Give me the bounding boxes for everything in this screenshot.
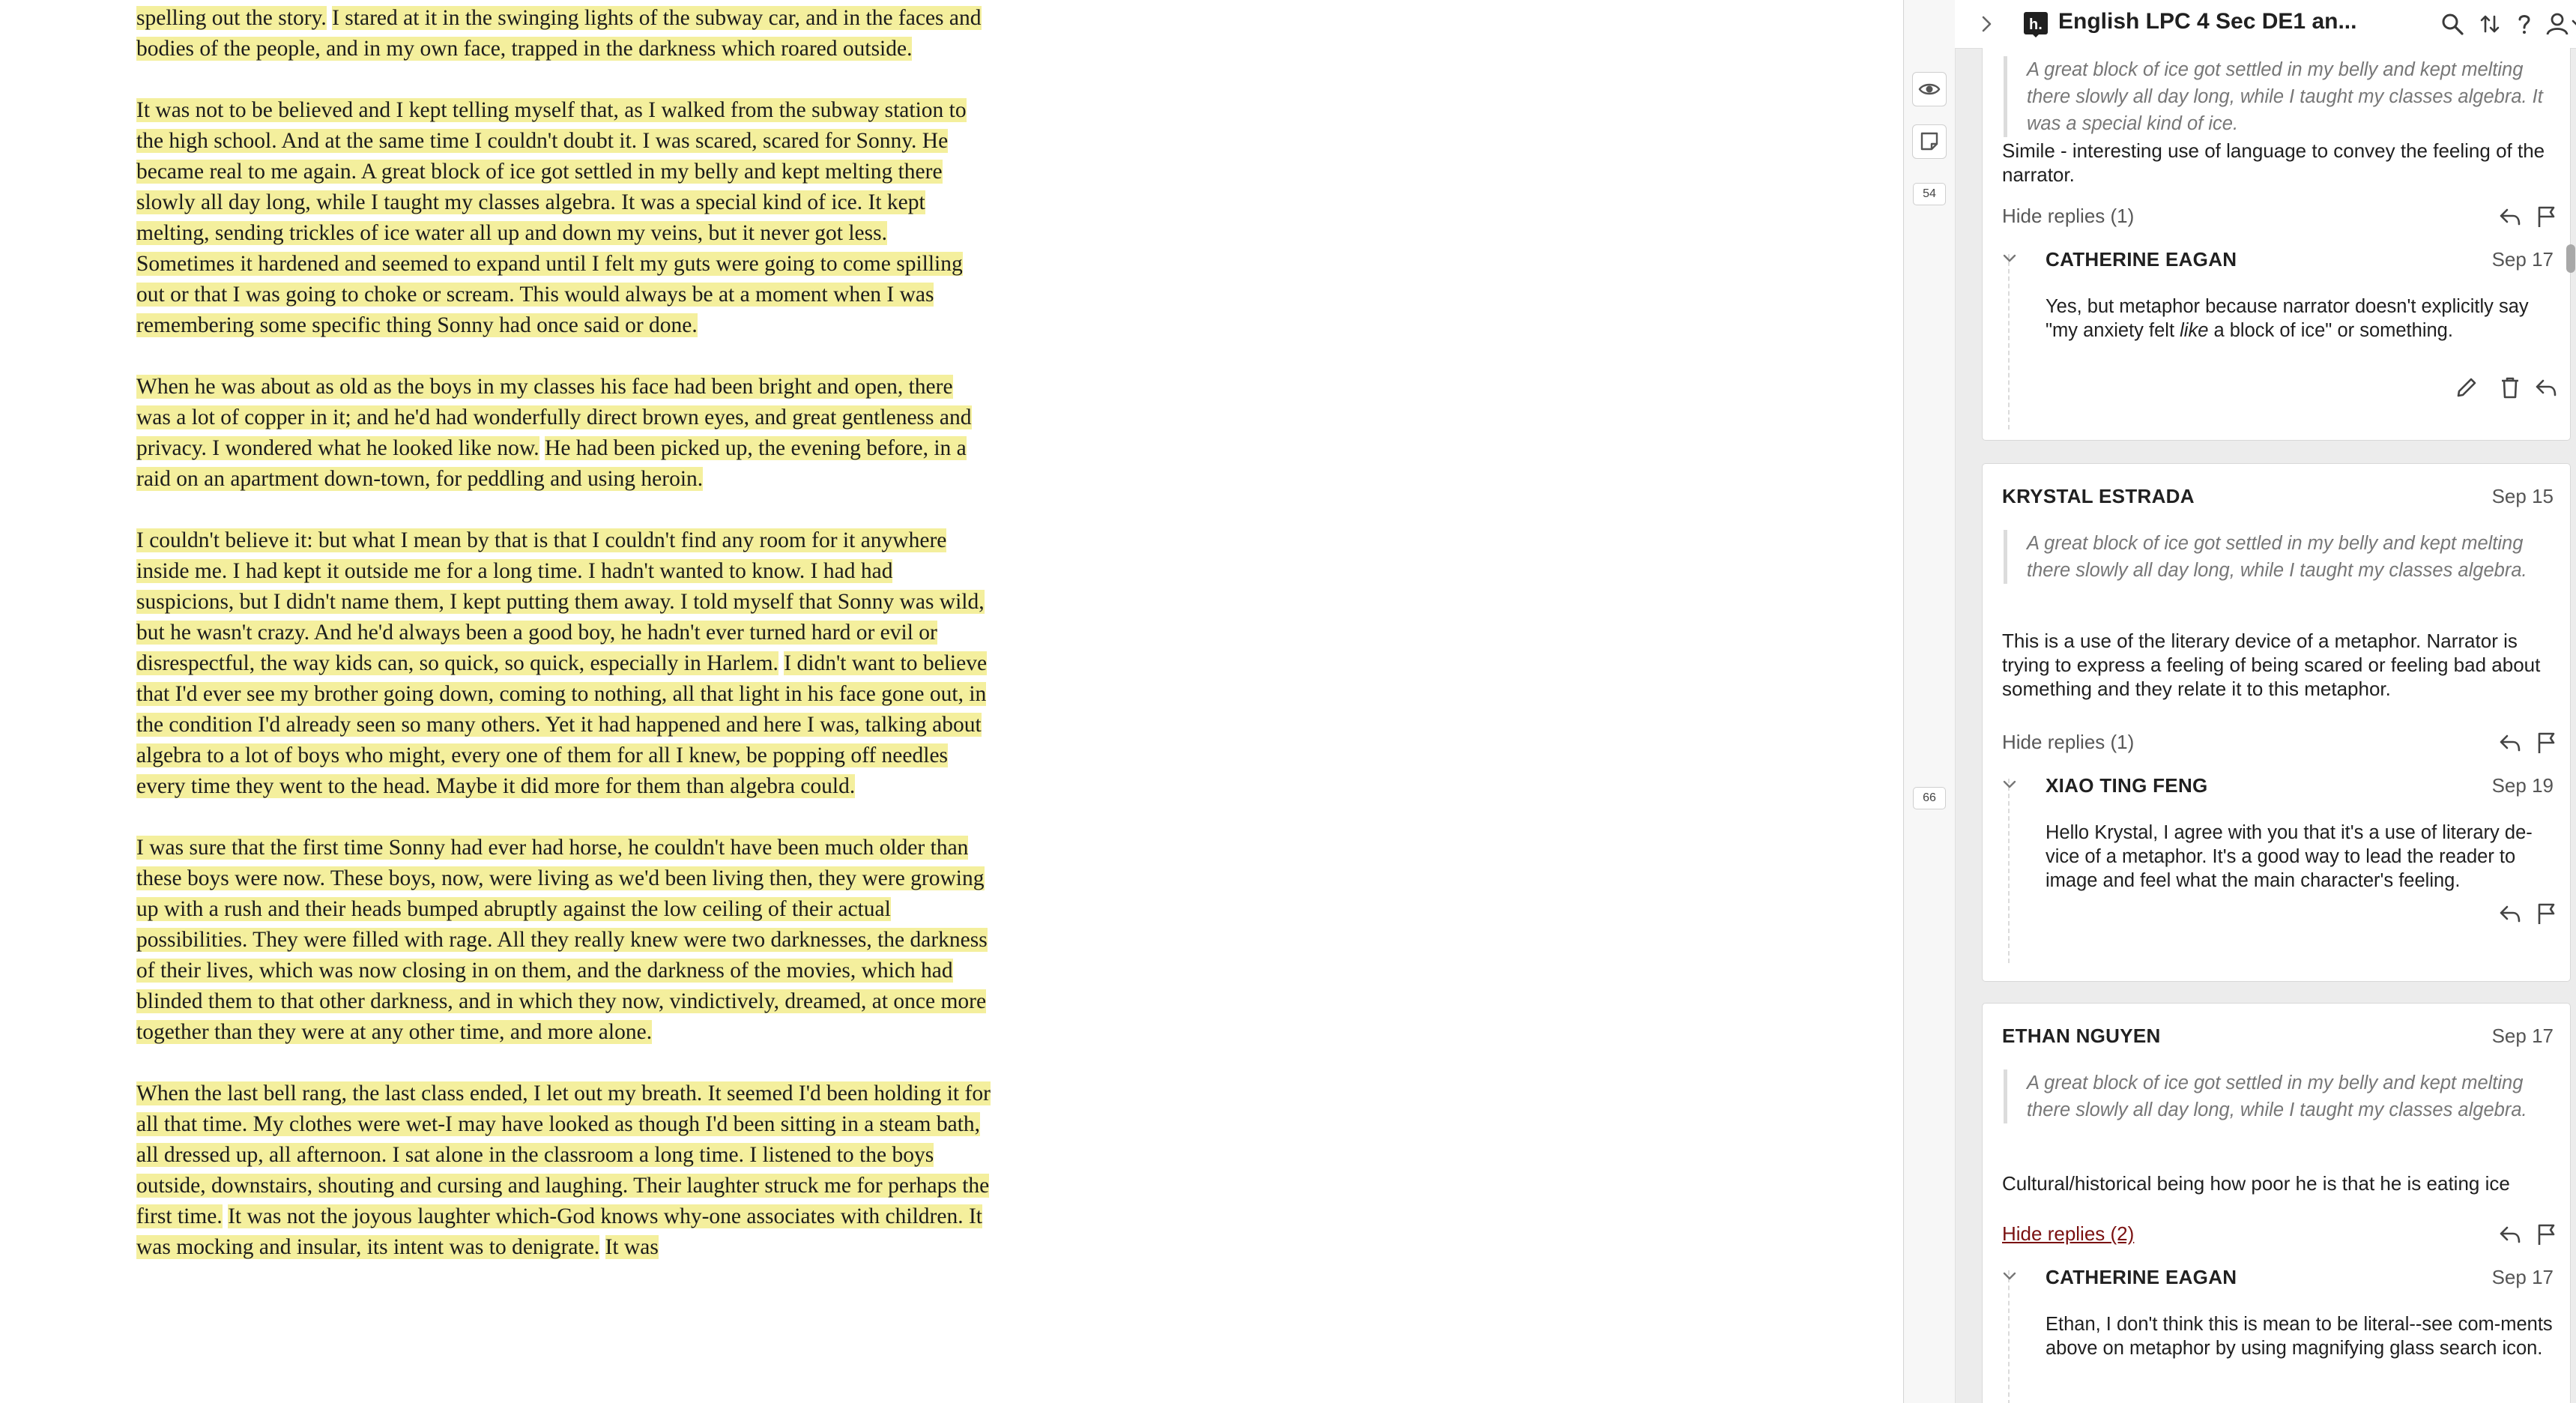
group-selector[interactable]: English LPC 4 Sec DE1 an...: [2058, 9, 2356, 34]
reply-body: Hello Krystal, I agree with you that it'…: [2046, 822, 2533, 891]
reply-icon[interactable]: [2497, 729, 2524, 756]
document-viewer: spelling out the story. I stared at it i…: [0, 0, 1903, 1403]
text-highlight[interactable]: It was not to be believed and I kept tel…: [136, 98, 967, 337]
document-text-run: [599, 1235, 605, 1259]
chevron-down-icon[interactable]: [1999, 1266, 2020, 1287]
annotation-list: A great block of ice got settled in my b…: [1955, 48, 2576, 1403]
sidebar-top-bar: h. English LPC 4 Sec DE1 an...: [1955, 0, 2576, 49]
annotation-body: Simile - interesting use of language to …: [2002, 139, 2545, 186]
annotation-quote: A great block of ice got settled in my b…: [2004, 530, 2543, 584]
annotation-body: This is a use of the literary device of …: [2002, 630, 2541, 700]
document-paragraph: spelling out the story. I stared at it i…: [136, 3, 991, 64]
bucket-count[interactable]: 54: [1913, 183, 1946, 205]
reply-date[interactable]: Sep 17: [2492, 1266, 2554, 1289]
chevron-down-icon[interactable]: [1999, 248, 2020, 269]
hide-replies-toggle[interactable]: Hide replies (1): [2002, 205, 2134, 228]
flag-icon[interactable]: [2533, 1221, 2560, 1248]
reply-thread-line: [2008, 254, 2010, 429]
document-text: spelling out the story. I stared at it i…: [136, 0, 991, 1294]
annotation-date[interactable]: Sep 17: [2492, 1025, 2554, 1048]
reply-icon[interactable]: [2497, 1221, 2524, 1248]
reply-text: a block of ice" or something.: [2208, 320, 2453, 341]
annotation-date[interactable]: Sep 15: [2492, 485, 2554, 508]
text-highlight[interactable]: It was: [605, 1235, 659, 1259]
reply-body: Ethan, I don't think this is mean to be …: [2046, 1314, 2553, 1359]
show-highlights-button[interactable]: [1912, 72, 1947, 106]
reply-text-emphasis: like: [2180, 320, 2209, 341]
new-note-button[interactable]: [1912, 124, 1947, 159]
sidebar-scrollbar-thumb[interactable]: [2566, 244, 2575, 273]
reply-icon[interactable]: [2533, 374, 2560, 401]
sort-icon[interactable]: [2475, 9, 2505, 39]
document-paragraph: When the last bell rang, the last class …: [136, 1078, 991, 1263]
annotation-card[interactable]: A great block of ice got settled in my b…: [1982, 48, 2571, 441]
flag-icon[interactable]: [2533, 203, 2560, 230]
chevron-down-icon[interactable]: [1999, 774, 2020, 795]
annotation-card[interactable]: ETHAN NGUYEN Sep 17 A great block of ice…: [1982, 1003, 2571, 1403]
document-text-run: [327, 6, 332, 30]
document-paragraph: When he was about as old as the boys in …: [136, 372, 991, 495]
document-text-run: [223, 1204, 228, 1228]
annotation-author[interactable]: ETHAN NGUYEN: [2002, 1025, 2161, 1048]
note-icon: [1920, 132, 1938, 151]
eye-icon: [1918, 83, 1941, 95]
bucket-count[interactable]: 66: [1913, 787, 1946, 809]
delete-icon[interactable]: [2497, 374, 2524, 401]
flag-icon[interactable]: [2533, 729, 2560, 756]
reply-icon[interactable]: [2497, 900, 2524, 927]
hypothesis-logo-icon[interactable]: h.: [2022, 10, 2049, 37]
document-paragraph: I was sure that the first time Sonny had…: [136, 833, 991, 1048]
reply-author[interactable]: XIAO TING FENG: [2046, 774, 2208, 797]
reply-date[interactable]: Sep 17: [2492, 248, 2554, 271]
annotation-body: Cultural/historical being how poor he is…: [2002, 1172, 2510, 1195]
search-icon[interactable]: [2437, 9, 2467, 39]
reply-author[interactable]: CATHERINE EAGAN: [2046, 1266, 2237, 1289]
text-highlight[interactable]: It was not the joyous laughter which-God…: [136, 1204, 982, 1259]
reply-date[interactable]: Sep 19: [2492, 774, 2554, 797]
reply-author[interactable]: CATHERINE EAGAN: [2046, 248, 2237, 271]
hide-replies-toggle[interactable]: Hide replies (2): [2002, 1222, 2134, 1246]
text-highlight[interactable]: I was sure that the first time Sonny had…: [136, 836, 988, 1044]
annotation-sidebar: 54 66 h. English LPC 4 Sec DE1 an... A g…: [1903, 0, 2576, 1403]
text-highlight[interactable]: spelling out the story.: [136, 6, 327, 30]
bucket-bar: 54 66: [1904, 0, 1956, 1403]
document-paragraph: I couldn't believe it: but what I mean b…: [136, 525, 991, 802]
annotation-quote: A great block of ice got settled in my b…: [2004, 56, 2543, 137]
help-icon[interactable]: [2509, 9, 2539, 39]
document-text-run: [539, 436, 545, 460]
annotation-quote: A great block of ice got settled in my b…: [2004, 1069, 2543, 1123]
hide-replies-toggle[interactable]: Hide replies (1): [2002, 731, 2134, 754]
reply-body: Yes, but metaphor because narrator doesn…: [2046, 295, 2555, 343]
edit-icon[interactable]: [2453, 374, 2480, 401]
reply-icon[interactable]: [2497, 203, 2524, 230]
chevron-down-icon[interactable]: [2568, 9, 2576, 39]
flag-icon[interactable]: [2533, 900, 2560, 927]
document-paragraph: It was not to be believed and I kept tel…: [136, 95, 991, 341]
chevron-right-icon[interactable]: [1971, 9, 2001, 39]
annotation-card[interactable]: KRYSTAL ESTRADA Sep 15 A great block of …: [1982, 463, 2571, 982]
reply-thread-line: [2008, 779, 2010, 963]
annotation-author[interactable]: KRYSTAL ESTRADA: [2002, 485, 2195, 508]
svg-text:h.: h.: [2029, 16, 2043, 33]
reply-thread-line: [2008, 1270, 2010, 1403]
